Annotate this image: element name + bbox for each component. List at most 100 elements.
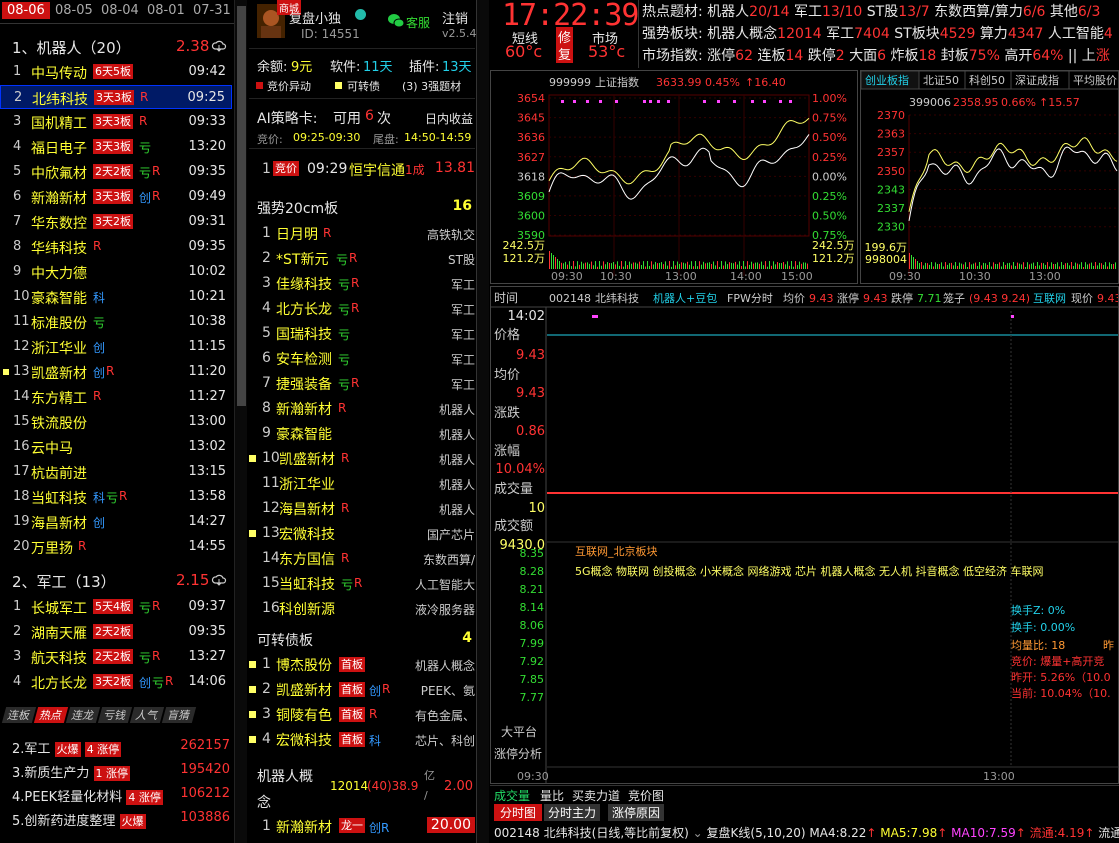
cb-row[interactable]: 4 宏微科技 首板科 芯片、科创 xyxy=(249,728,475,752)
cyb-index-chart[interactable]: 创业板指 北证50 科创50 深证成指 平均股价 399006 2358.95 0.66% ↑1… xyxy=(860,70,1119,284)
concept-title[interactable]: 机器人概念 xyxy=(257,764,323,816)
cb-row[interactable]: 3 铜陵有色 首板 R 有色金属、 xyxy=(249,703,475,727)
left-scrollbar[interactable] xyxy=(234,0,247,843)
theme-stock-row[interactable]: 10 豪森智能科 10:21 xyxy=(0,285,232,309)
cloud-download-icon[interactable] xyxy=(211,39,227,53)
hot-theme-row[interactable]: 3.新质生产力 1 涨停 195420 xyxy=(12,762,232,782)
theme-stock-row[interactable]: 1 长城军工 5天4板亏 R 09:37 xyxy=(0,595,232,619)
theme-stock-row[interactable]: 5 中欣氟材 2天2板亏 R 09:35 xyxy=(0,160,232,184)
limitup-analysis-button[interactable]: 涨停分析 xyxy=(494,746,542,761)
hot-item-name[interactable]: 大面 xyxy=(849,48,877,64)
dropdown-icon[interactable]: ⌄ xyxy=(693,826,703,840)
internet-label[interactable]: 互联网 xyxy=(1033,292,1066,305)
theme-stock-row[interactable]: 4 北方长龙 3天2板创亏 R 14:06 xyxy=(0,670,232,694)
theme-stock-row[interactable]: 13 凯盛新材创 R 11:20 xyxy=(0,360,232,384)
hot-item-name[interactable]: 算力 xyxy=(980,26,1008,42)
hot-theme-row[interactable]: 5.创新药进度整理 火爆 103886 xyxy=(12,810,232,830)
hot-item-name[interactable]: 军工 xyxy=(794,4,822,20)
index-tab-label[interactable]: 深证成指 xyxy=(1015,73,1059,87)
intraday-gain-link[interactable]: 日内收益 xyxy=(425,110,473,127)
tab-minute[interactable]: 分时图 xyxy=(494,804,543,821)
strong20-row[interactable]: 13 宏微科技 国产芯片 xyxy=(249,522,475,546)
tab-redian[interactable]: 热点 xyxy=(33,707,69,723)
date-tab-2[interactable]: 08-04 xyxy=(101,3,139,18)
cb-title[interactable]: 可转债板 xyxy=(257,630,313,650)
tab-auction[interactable]: 竞价图 xyxy=(628,787,664,804)
hot-item-name[interactable]: 机器人概念 xyxy=(707,26,777,42)
tab-force[interactable]: 买卖力道 xyxy=(572,787,620,804)
status-kline[interactable]: 复盘K线(5,10,20) xyxy=(707,826,806,840)
hot-item-name[interactable]: 人工智能 xyxy=(1048,26,1104,42)
platform-button[interactable]: 大平台 xyxy=(501,724,537,739)
theme-stock-row[interactable]: 4 福日电子 3天3板亏 13:20 xyxy=(0,135,232,159)
strong20-row[interactable]: 15 当虹科技亏 R 人工智能大 xyxy=(253,572,475,596)
theme-stock-row[interactable]: 18 当虹科技科亏 R 13:58 xyxy=(0,485,232,509)
tab-volume[interactable]: 成交量 xyxy=(494,787,530,804)
strong20-row[interactable]: 11 浙江华业 机器人 xyxy=(253,472,475,496)
hot-item-name[interactable]: 涨停 xyxy=(707,48,735,64)
cb-row[interactable]: 1 博杰股份 首板 机器人概念 xyxy=(249,653,475,677)
tab-mangcai[interactable]: 盲猜 xyxy=(161,707,197,723)
hot-item-name[interactable]: 其他 xyxy=(1050,4,1078,20)
theme-stock-row[interactable]: 3 国机精工 3天3板 R 09:33 xyxy=(0,110,232,134)
strong20-row[interactable]: 10 凯盛新材 R 机器人 xyxy=(249,447,475,471)
theme-stock-row[interactable]: 19 海昌新材创 14:27 xyxy=(0,510,232,534)
hot-theme-row[interactable]: 2.军工 火爆 4 涨停 262157 xyxy=(12,738,232,758)
cb-row[interactable]: 2 凯盛新材 首板创 R PEEK、氨 xyxy=(249,678,475,702)
theme-stock-row[interactable]: 20 万里扬 R 14:55 xyxy=(0,535,232,559)
hot-item-name[interactable]: ST股 xyxy=(867,4,898,20)
middle-scrollbar[interactable] xyxy=(476,0,489,843)
cloud-download-icon[interactable] xyxy=(211,573,227,587)
strong20-row[interactable]: 5 国瑞科技亏 军工 xyxy=(253,322,475,346)
theme-stock-row[interactable]: 14 东方精工 R 11:27 xyxy=(0,385,232,409)
strong20-row[interactable]: 9 豪森智能 机器人 xyxy=(253,422,475,446)
strong20-row[interactable]: 6 安车检测亏 军工 xyxy=(253,347,475,371)
date-tab-4[interactable]: 07-31 xyxy=(193,3,231,18)
tab-lianban[interactable]: 连板 xyxy=(1,707,37,723)
sh-index-chart[interactable]: 999999 上证指数 3633.99 0.45% ↑16.40 3654 1.00% 364… xyxy=(490,70,858,284)
service-link[interactable]: 客服 xyxy=(406,14,430,31)
ai-pick-row[interactable]: 1 竞价 09:29 恒宇信通 1成 13.81 xyxy=(253,158,475,182)
strong20-row[interactable]: 7 捷强装备亏 R 军工 xyxy=(253,372,475,396)
hot-item-name[interactable]: 连板 xyxy=(757,48,785,64)
strong20-title[interactable]: 强势20cm板 xyxy=(257,198,338,218)
theme-stock-row[interactable]: 1 中马传动 6天5板 09:42 xyxy=(0,60,232,84)
theme-stock-row[interactable]: 8 华纬科技 R 09:35 xyxy=(0,235,232,259)
scroll-thumb[interactable] xyxy=(237,6,246,406)
strong20-row[interactable]: 14 东方国信 R 东数西算/ xyxy=(253,547,475,571)
tab-volratio[interactable]: 量比 xyxy=(540,787,564,804)
theme-stock-row[interactable]: 2 北纬科技 3天3板 R 09:25 xyxy=(0,85,232,109)
index-tab-label[interactable]: 平均股价 xyxy=(1073,74,1117,87)
theme-stock-row[interactable]: 9 中大力德 10:02 xyxy=(0,260,232,284)
tab-kuiqian[interactable]: 亏钱 xyxy=(97,707,133,723)
date-tab-1[interactable]: 08-05 xyxy=(55,3,93,18)
tab-renqi[interactable]: 人气 xyxy=(129,707,165,723)
hot-item-name[interactable]: 高开 xyxy=(1004,48,1032,64)
tab-limitup-reason[interactable]: 涨停原因 xyxy=(608,804,665,821)
strong20-row[interactable]: 2 *ST新元亏 R ST股 xyxy=(253,247,475,271)
theme-stock-row[interactable]: 17 杭齿前进 13:15 xyxy=(0,460,232,484)
theme-stock-row[interactable]: 15 铁流股份 13:00 xyxy=(0,410,232,434)
theme-stock-row[interactable]: 16 云中马 13:02 xyxy=(0,435,232,459)
theme-stock-row[interactable]: 6 新瀚新材 3天3板创 R 09:49 xyxy=(0,185,232,209)
hot-item-name[interactable]: 东数西算/算力 xyxy=(934,4,1023,20)
strong20-row[interactable]: 12 海昌新材 R 机器人 xyxy=(253,497,475,521)
date-tab-0[interactable]: 08-06 xyxy=(2,2,50,19)
tab-main-force[interactable]: 分时主力 xyxy=(544,804,601,821)
hot-theme-row[interactable]: 4.PEEK轻量化材料 4 涨停 106212 xyxy=(12,786,232,806)
strong20-row[interactable]: 1 日月明 R 高铁轨交 xyxy=(253,222,475,246)
ai-card-title[interactable]: AI策略卡: xyxy=(257,108,317,128)
theme-stock-row[interactable]: 2 湖南天雁 2天2板 09:35 xyxy=(0,620,232,644)
theme-stock-row[interactable]: 12 浙江华业创 11:15 xyxy=(0,335,232,359)
hot-item-name[interactable]: ST板块 xyxy=(894,26,939,42)
hot-item-name[interactable]: 军工 xyxy=(826,26,854,42)
hot-item-name[interactable]: 机器人 xyxy=(707,4,749,20)
group-title-1[interactable]: 1、机器人（20） xyxy=(12,37,131,58)
group-title-2[interactable]: 2、军工（13） xyxy=(12,571,116,592)
hot-item-name[interactable]: 跌停 xyxy=(808,48,836,64)
hot-item-name[interactable]: || 上 xyxy=(1068,48,1096,64)
concept-row[interactable]: 1 新瀚新材 龙一 创R 20.00 xyxy=(253,815,475,839)
index-tab-label[interactable]: 科创50 xyxy=(969,73,1005,87)
theme-stock-row[interactable]: 7 华东数控 3天2板 09:31 xyxy=(0,210,232,234)
index-tab-label[interactable]: 创业板指 xyxy=(865,73,909,87)
